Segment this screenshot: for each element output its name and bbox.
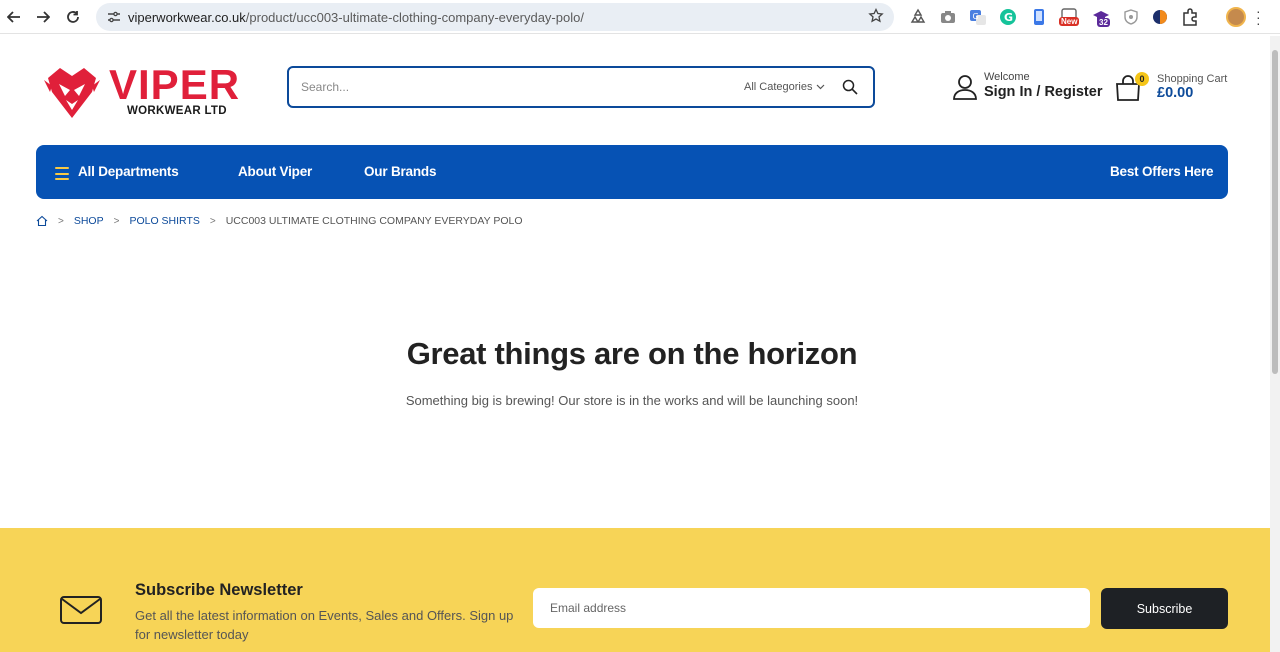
subscribe-button[interactable]: Subscribe <box>1101 588 1228 629</box>
grammarly-extension-icon[interactable]: G <box>998 7 1018 27</box>
coming-soon-subtitle: Something big is brewing! Our store is i… <box>405 393 859 408</box>
search-icon[interactable] <box>842 79 858 100</box>
menu-kebab-icon[interactable]: · · · <box>1256 4 1261 30</box>
search-bar: All Categories <box>287 66 875 108</box>
url-text: viperworkwear.co.uk/product/ucc003-ultim… <box>128 9 584 25</box>
cart-label: Shopping Cart <box>1157 73 1228 85</box>
svg-text:G: G <box>973 12 979 21</box>
coming-soon-title: Great things are on the horizon <box>406 336 858 371</box>
breadcrumb-shop[interactable]: SHOP <box>74 215 104 227</box>
auth-separator: / <box>1036 84 1041 100</box>
browser-toolbar: viperworkwear.co.uk/product/ucc003-ultim… <box>0 0 1280 34</box>
newsletter-title: Subscribe Newsletter <box>135 581 303 599</box>
breadcrumb: > SHOP > POLO SHIRTS > UCC003 ULTIMATE C… <box>36 215 523 227</box>
category-select[interactable]: All Categories <box>744 81 825 93</box>
page-scrollbar[interactable] <box>1270 36 1280 652</box>
shopping-cart[interactable]: 0 Shopping Cart £0.00 <box>1114 72 1234 108</box>
recycle-extension-icon[interactable] <box>908 7 928 27</box>
email-field[interactable] <box>533 588 1090 628</box>
new-extension-icon[interactable]: New <box>1059 7 1080 27</box>
cart-count-badge: 0 <box>1135 72 1149 86</box>
svg-text:G: G <box>1004 11 1013 24</box>
profile-avatar[interactable] <box>1226 7 1246 27</box>
puzzle-extensions-icon[interactable] <box>1180 7 1200 27</box>
address-bar[interactable]: viperworkwear.co.uk/product/ucc003-ultim… <box>96 3 894 31</box>
category-select-label: All Categories <box>744 81 813 93</box>
sign-in-link[interactable]: Sign In <box>984 84 1032 100</box>
phone-extension-icon[interactable] <box>1029 7 1049 27</box>
breadcrumb-polo-shirts[interactable]: POLO SHIRTS <box>129 215 199 227</box>
shield-extension-icon[interactable] <box>1121 7 1141 27</box>
scrollbar-thumb[interactable] <box>1272 50 1278 374</box>
back-arrow-icon <box>7 11 20 23</box>
nav-about-viper[interactable]: About Viper <box>238 164 312 179</box>
orb-extension-icon[interactable] <box>1150 7 1170 27</box>
search-input[interactable] <box>301 76 721 98</box>
new-badge: New <box>1059 17 1080 26</box>
nav-best-offers[interactable]: Best Offers Here <box>1110 164 1214 179</box>
breadcrumb-separator: > <box>113 215 120 227</box>
breadcrumb-separator: > <box>58 215 64 227</box>
cart-total: £0.00 <box>1157 85 1194 101</box>
newsletter-description: Get all the latest information on Events… <box>135 608 514 642</box>
forward-arrow-icon <box>37 11 50 23</box>
cap-extension-icon[interactable]: 32 <box>1091 7 1111 27</box>
home-icon[interactable] <box>36 215 48 227</box>
signin-register-text: Sign In / Register <box>984 84 1102 100</box>
account-link[interactable]: Welcome Sign In / Register <box>952 70 1112 106</box>
camera-extension-icon[interactable] <box>938 7 958 27</box>
viper-logo[interactable]: VIPER WORKWEAR LTD <box>42 64 252 120</box>
breadcrumb-separator: > <box>209 215 216 227</box>
logo-subtext: WORKWEAR LTD <box>127 105 227 117</box>
envelope-icon <box>60 596 102 624</box>
main-navigation: All Departments About Viper Our Brands B… <box>36 145 1228 199</box>
user-icon <box>953 75 977 100</box>
welcome-text: Welcome <box>984 71 1030 83</box>
forward-button[interactable] <box>32 6 54 28</box>
newsletter-section: Subscribe Newsletter Get all the latest … <box>0 528 1270 652</box>
bookmark-star-icon[interactable] <box>868 7 884 29</box>
chevron-down-icon <box>817 84 825 90</box>
reload-button[interactable] <box>62 6 84 28</box>
nav-all-departments[interactable]: All Departments <box>78 164 179 179</box>
nav-our-brands[interactable]: Our Brands <box>364 164 436 179</box>
hamburger-menu-icon[interactable] <box>55 167 69 184</box>
back-button[interactable] <box>3 6 25 28</box>
breadcrumb-current: UCC003 ULTIMATE CLOTHING COMPANY EVERYDA… <box>225 215 523 227</box>
translate-extension-icon[interactable]: G <box>968 7 988 27</box>
register-link[interactable]: Register <box>1044 84 1102 100</box>
reload-icon <box>67 11 79 23</box>
logo-wordmark: VIPER <box>109 61 241 108</box>
viper-shield-icon <box>44 68 100 118</box>
count-badge: 32 <box>1097 18 1110 27</box>
site-info-icon[interactable] <box>102 11 126 23</box>
